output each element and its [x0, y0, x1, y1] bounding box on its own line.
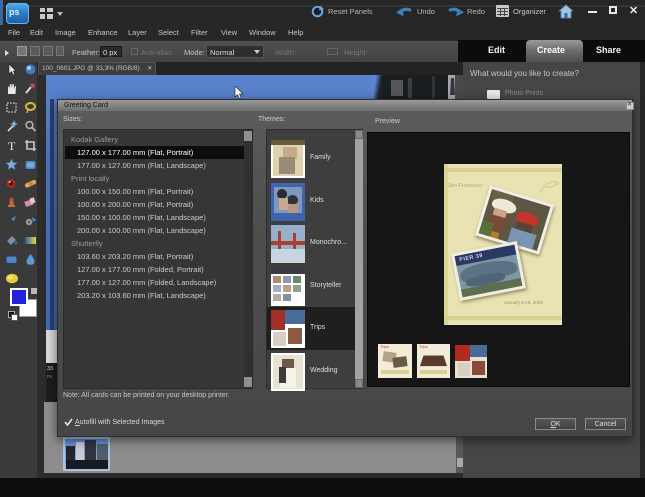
- svg-text:T: T: [8, 139, 16, 152]
